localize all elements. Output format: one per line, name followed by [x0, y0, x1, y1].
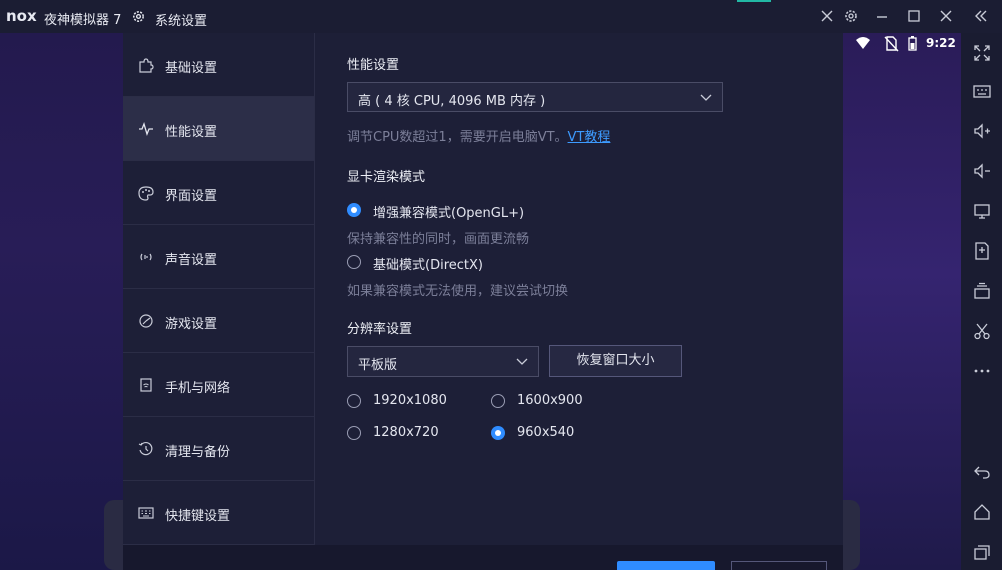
- resolution-title: 分辨率设置: [347, 322, 413, 337]
- screen-icon[interactable]: [973, 202, 991, 220]
- resolution-960-radio[interactable]: [491, 426, 505, 440]
- performance-title: 性能设置: [347, 58, 400, 73]
- sidebar-item-performance[interactable]: 性能设置: [123, 97, 314, 161]
- chevron-down-icon: [700, 91, 712, 103]
- maximize-icon[interactable]: [906, 8, 922, 24]
- status-clock: 9:22: [926, 36, 956, 50]
- sidebar-item-basic[interactable]: 基础设置: [123, 33, 314, 97]
- sidebar-item-label: 手机与网络: [165, 381, 231, 396]
- palette-icon: [138, 185, 154, 201]
- keyboard-map-icon[interactable]: [973, 82, 991, 100]
- sidebar-item-label: 基础设置: [165, 61, 218, 76]
- keyboard-icon: [138, 505, 154, 521]
- more-icon[interactable]: [973, 362, 991, 380]
- right-toolbar: [961, 33, 1002, 570]
- gamepad-icon: [138, 313, 154, 329]
- restore-window-size-button[interactable]: 恢复窗口大小: [549, 345, 682, 377]
- render-mode-title: 显卡渲染模式: [347, 170, 426, 185]
- home-icon[interactable]: [973, 503, 991, 521]
- performance-preset-value: 高 ( 4 核 CPU, 4096 MB 内存 ): [358, 94, 546, 109]
- sidebar-item-cleanup-backup[interactable]: 清理与备份: [123, 417, 314, 481]
- nox-logo: nox: [6, 7, 37, 25]
- performance-preset-select[interactable]: 高 ( 4 核 CPU, 4096 MB 内存 ): [347, 82, 723, 112]
- sidebar-item-label: 性能设置: [165, 125, 218, 140]
- sidebar-item-game[interactable]: 游戏设置: [123, 289, 314, 353]
- cancel-button[interactable]: [731, 561, 827, 570]
- puzzle-icon: [138, 57, 154, 73]
- battery-icon: [908, 36, 917, 51]
- render-opengl-desc: 保持兼容性的同时，画面更流畅: [347, 232, 530, 247]
- pulse-icon: [138, 121, 154, 137]
- performance-hint: 调节CPU数超过1，需要开启电脑VT。VT教程: [347, 126, 610, 145]
- background-panel-right: [843, 33, 961, 570]
- scissors-icon[interactable]: [973, 322, 991, 340]
- phone-icon: [138, 377, 154, 393]
- resolution-960-label[interactable]: 960x540: [517, 425, 574, 440]
- sidebar-item-label: 界面设置: [165, 189, 218, 204]
- sidebar-item-interface[interactable]: 界面设置: [123, 161, 314, 225]
- resolution-1920-label[interactable]: 1920x1080: [373, 393, 447, 408]
- confirm-button[interactable]: [617, 561, 715, 570]
- render-directx-radio[interactable]: [347, 255, 361, 269]
- no-sim-icon: [884, 36, 899, 52]
- sidebar-item-label: 声音设置: [165, 253, 218, 268]
- vt-tutorial-link[interactable]: VT教程: [568, 130, 611, 145]
- sidebar-item-phone-network[interactable]: 手机与网络: [123, 353, 314, 417]
- sound-icon: [138, 249, 154, 265]
- sidebar-item-label: 清理与备份: [165, 445, 231, 460]
- multi-instance-icon[interactable]: [973, 282, 991, 300]
- fullscreen-icon[interactable]: [973, 44, 991, 62]
- resolution-1280-label[interactable]: 1280x720: [373, 425, 439, 440]
- sidebar-item-label: 快捷键设置: [165, 509, 231, 524]
- close-icon[interactable]: [819, 8, 835, 24]
- recents-icon[interactable]: [973, 543, 991, 561]
- resolution-1280-radio[interactable]: [347, 426, 361, 440]
- back-icon[interactable]: [973, 463, 991, 481]
- resolution-1600-label[interactable]: 1600x900: [517, 393, 583, 408]
- collapse-icon[interactable]: [973, 8, 989, 24]
- background-panel-left: [0, 33, 124, 570]
- sidebar-item-shortcuts[interactable]: 快捷键设置: [123, 481, 314, 545]
- wifi-icon: [856, 37, 870, 49]
- minimize-icon[interactable]: [874, 8, 890, 24]
- volume-down-icon[interactable]: [973, 162, 991, 180]
- resolution-mode-value: 平板版: [358, 358, 398, 373]
- render-directx-label[interactable]: 基础模式(DirectX): [373, 254, 483, 273]
- close-window-icon[interactable]: [938, 8, 954, 24]
- resolution-mode-select[interactable]: 平板版: [347, 346, 539, 377]
- performance-hint-text: 调节CPU数超过1，需要开启电脑VT。: [347, 130, 568, 145]
- sidebar-item-sound[interactable]: 声音设置: [123, 225, 314, 289]
- render-directx-desc: 如果兼容模式无法使用，建议尝试切换: [347, 284, 569, 299]
- settings-gear-icon: [131, 9, 146, 24]
- history-icon: [138, 441, 154, 457]
- title-accent-bar: [737, 0, 771, 2]
- dialog-title: 系统设置: [155, 14, 208, 29]
- apk-install-icon[interactable]: [973, 242, 991, 260]
- sidebar-item-label: 游戏设置: [165, 317, 218, 332]
- volume-up-icon[interactable]: [973, 122, 991, 140]
- resolution-1600-radio[interactable]: [491, 394, 505, 408]
- render-opengl-label[interactable]: 增强兼容模式(OpenGL+): [373, 202, 524, 221]
- resolution-1920-radio[interactable]: [347, 394, 361, 408]
- app-title: 夜神模拟器 7: [44, 13, 122, 28]
- gear-icon[interactable]: [843, 8, 859, 24]
- chevron-down-icon: [516, 355, 528, 367]
- render-opengl-radio[interactable]: [347, 203, 361, 217]
